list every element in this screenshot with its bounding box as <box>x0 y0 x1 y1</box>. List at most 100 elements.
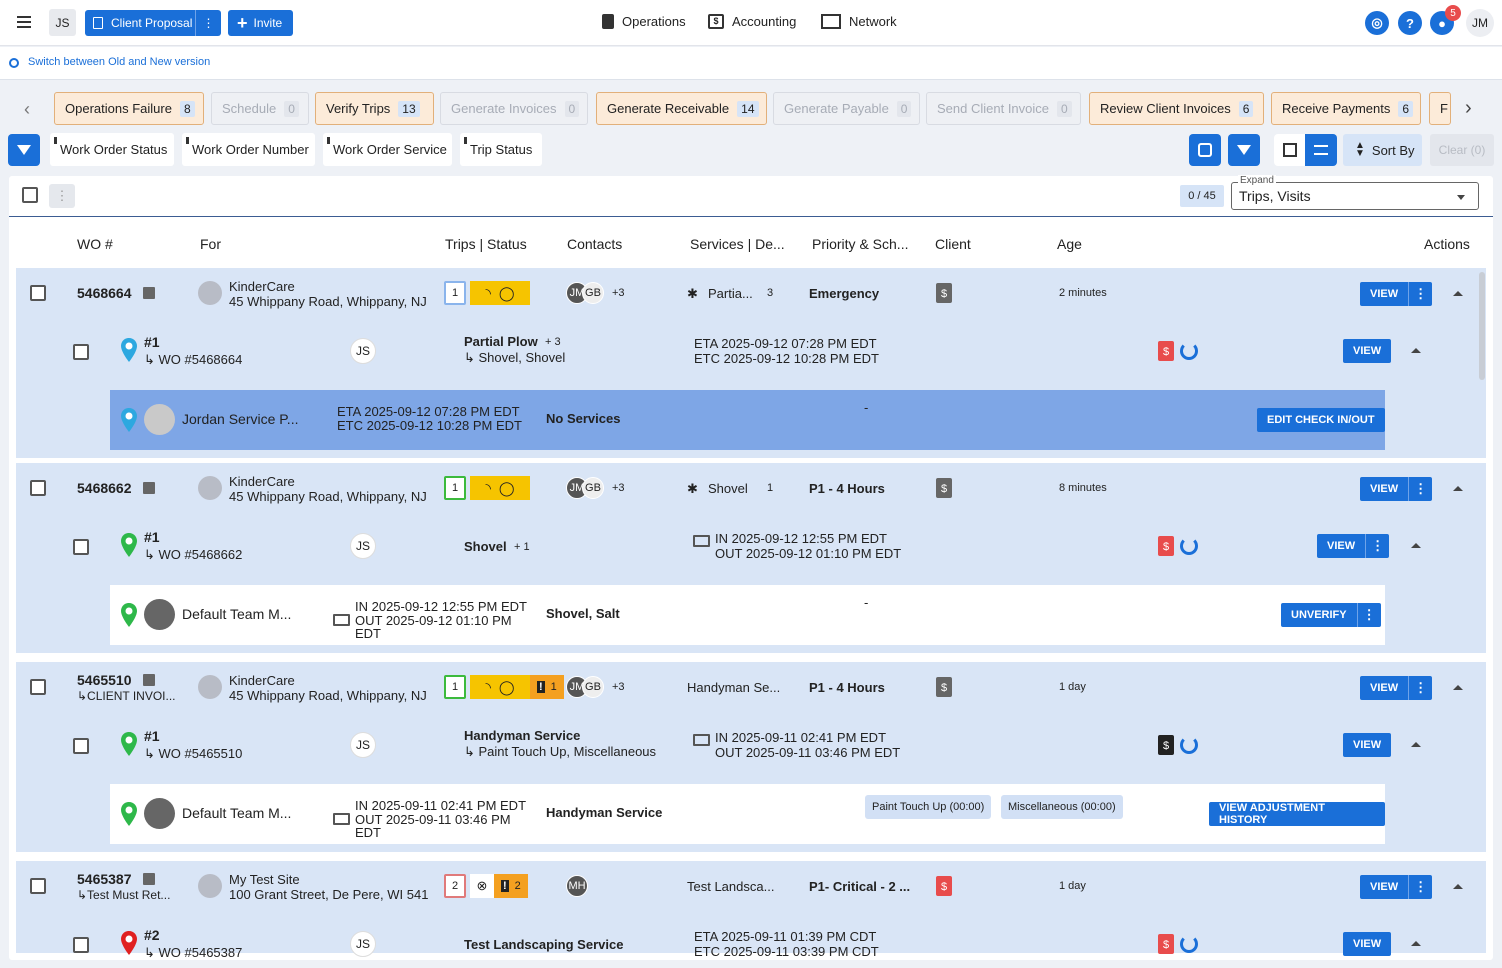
col-client[interactable]: Client <box>935 236 971 252</box>
more-vert-icon[interactable]: ⋮ <box>195 10 221 36</box>
trip-count-badge[interactable]: 1 <box>444 476 466 500</box>
visit-action-button[interactable]: UNVERIFY ⋮ <box>1281 603 1381 627</box>
client-invoice-icon[interactable]: $ <box>936 677 952 697</box>
technician-avatar[interactable]: JS <box>350 338 376 364</box>
trip-count-badge[interactable]: 1 <box>444 675 466 699</box>
col-services[interactable]: Services | De... <box>690 236 785 252</box>
technician-avatar[interactable]: JS <box>350 533 376 559</box>
download-icon[interactable] <box>143 873 155 885</box>
contact-avatar[interactable]: GB <box>582 477 604 499</box>
contact-avatar[interactable]: GB <box>582 676 604 698</box>
wo-number[interactable]: 5465510 <box>77 672 132 688</box>
contacts-more[interactable]: +3 <box>612 287 625 299</box>
wo-number[interactable]: 5468664 <box>77 285 132 301</box>
more-vert-icon[interactable]: ⋮ <box>1408 477 1432 501</box>
view-button[interactable]: VIEW <box>1343 339 1392 363</box>
client-invoice-icon[interactable]: $ <box>936 876 952 896</box>
pipeline-tab-1[interactable]: Schedule 0 <box>211 92 309 125</box>
collapse-icon[interactable] <box>1453 291 1463 296</box>
compass-icon[interactable]: ◎ <box>1365 11 1389 35</box>
list-view-button[interactable] <box>1305 134 1337 166</box>
pipeline-tab-7[interactable]: Review Client Invoices 6 <box>1089 92 1264 125</box>
col-age[interactable]: Age <box>1057 236 1082 252</box>
view-button[interactable]: VIEW <box>1343 932 1392 956</box>
wo-number[interactable]: 5465387 <box>77 871 132 887</box>
filter-funnel-button[interactable] <box>8 134 40 166</box>
more-vert-icon[interactable]: ⋮ <box>1356 603 1381 627</box>
pipeline-tab-4[interactable]: Generate Receivable 14 <box>596 92 767 125</box>
view-button[interactable]: VIEW ⋮ <box>1360 676 1433 700</box>
contacts-more[interactable]: +3 <box>612 482 625 494</box>
col-trips-status[interactable]: Trips | Status <box>445 236 527 252</box>
more-vert-icon[interactable]: ⋮ <box>1408 282 1432 306</box>
scrollbar-thumb[interactable] <box>1479 272 1485 380</box>
collapse-icon[interactable] <box>1453 884 1463 889</box>
row-checkbox[interactable] <box>30 480 46 496</box>
technician-avatar[interactable]: JS <box>350 931 376 957</box>
select-all-checkbox[interactable] <box>22 187 38 203</box>
technician-avatar[interactable]: JS <box>350 732 376 758</box>
pipeline-tab-2[interactable]: Verify Trips 13 <box>315 92 434 125</box>
download-icon[interactable] <box>143 482 155 494</box>
trip-invoice-icon[interactable]: $ <box>1158 735 1174 755</box>
trip-invoice-icon[interactable]: $ <box>1158 934 1174 954</box>
chevron-right-icon[interactable]: › <box>1465 97 1472 120</box>
col-wo[interactable]: WO # <box>77 236 113 252</box>
filter-chip-0[interactable]: Work Order Status <box>50 133 174 166</box>
nav-accounting[interactable]: $ Accounting <box>708 14 796 29</box>
more-vert-icon[interactable]: ⋮ <box>1408 875 1432 899</box>
trip-invoice-icon[interactable]: $ <box>1158 341 1174 361</box>
nav-network[interactable]: Network <box>821 14 897 29</box>
pipeline-tab-9[interactable]: F <box>1429 92 1451 125</box>
trip-checkbox[interactable] <box>73 937 89 953</box>
download-icon[interactable] <box>143 674 155 686</box>
trip-checkbox[interactable] <box>73 738 89 754</box>
expand-select[interactable]: Expand Trips, Visits <box>1231 175 1479 210</box>
collapse-icon[interactable] <box>1411 941 1421 946</box>
visit-action-button[interactable]: VIEW ADJUSTMENT HISTORY <box>1209 802 1385 826</box>
col-for[interactable]: For <box>200 236 221 252</box>
filter-chip-2[interactable]: Work Order Service <box>323 133 452 166</box>
add-filter-button[interactable] <box>1228 134 1260 166</box>
view-button[interactable]: VIEW ⋮ <box>1360 875 1433 899</box>
pin-icon[interactable] <box>327 137 330 144</box>
row-checkbox[interactable] <box>30 285 46 301</box>
row-checkbox[interactable] <box>30 679 46 695</box>
profile-avatar[interactable]: JM <box>1466 9 1494 37</box>
bulk-actions-button[interactable]: ⋮ <box>49 184 75 208</box>
collapse-icon[interactable] <box>1411 348 1421 353</box>
row-checkbox[interactable] <box>30 878 46 894</box>
chevron-left-icon[interactable]: ‹ <box>24 99 30 120</box>
pipeline-tab-8[interactable]: Receive Payments 6 <box>1271 92 1421 125</box>
trip-count-badge[interactable]: 1 <box>444 281 466 305</box>
nav-operations[interactable]: Operations <box>602 14 686 29</box>
help-icon[interactable]: ? <box>1398 11 1422 35</box>
col-priority[interactable]: Priority & Sch... <box>812 236 908 252</box>
vendor-name[interactable]: Jordan Service P... <box>182 411 298 427</box>
client-invoice-icon[interactable]: $ <box>936 283 952 303</box>
pin-icon[interactable] <box>186 137 189 144</box>
pin-icon[interactable] <box>464 137 467 144</box>
contacts-more[interactable]: +3 <box>612 681 625 693</box>
col-contacts[interactable]: Contacts <box>567 236 622 252</box>
collapse-icon[interactable] <box>1453 685 1463 690</box>
radio-icon[interactable] <box>9 58 19 68</box>
vendor-name[interactable]: Default Team M... <box>182 606 291 622</box>
client-invoice-icon[interactable]: $ <box>936 478 952 498</box>
collapse-icon[interactable] <box>1411 543 1421 548</box>
trip-checkbox[interactable] <box>73 539 89 555</box>
toggle-view-button[interactable] <box>1189 134 1221 166</box>
pipeline-tab-3[interactable]: Generate Invoices 0 <box>440 92 588 125</box>
trip-count-badge[interactable]: 2 <box>444 874 466 898</box>
grid-view-button[interactable] <box>1274 134 1306 166</box>
more-vert-icon[interactable]: ⋮ <box>1365 534 1389 558</box>
visit-action-button[interactable]: EDIT CHECK IN/OUT <box>1257 408 1385 432</box>
client-proposal-button[interactable]: Client Proposal ⋮ <box>85 10 221 36</box>
contact-avatar[interactable]: MH <box>566 875 588 897</box>
vendor-name[interactable]: Default Team M... <box>182 805 291 821</box>
trip-checkbox[interactable] <box>73 344 89 360</box>
filter-chip-1[interactable]: Work Order Number <box>182 133 315 166</box>
user-initials-badge[interactable]: JS <box>49 9 76 36</box>
view-button[interactable]: VIEW ⋮ <box>1317 534 1390 558</box>
pipeline-tab-6[interactable]: Send Client Invoice 0 <box>926 92 1081 125</box>
